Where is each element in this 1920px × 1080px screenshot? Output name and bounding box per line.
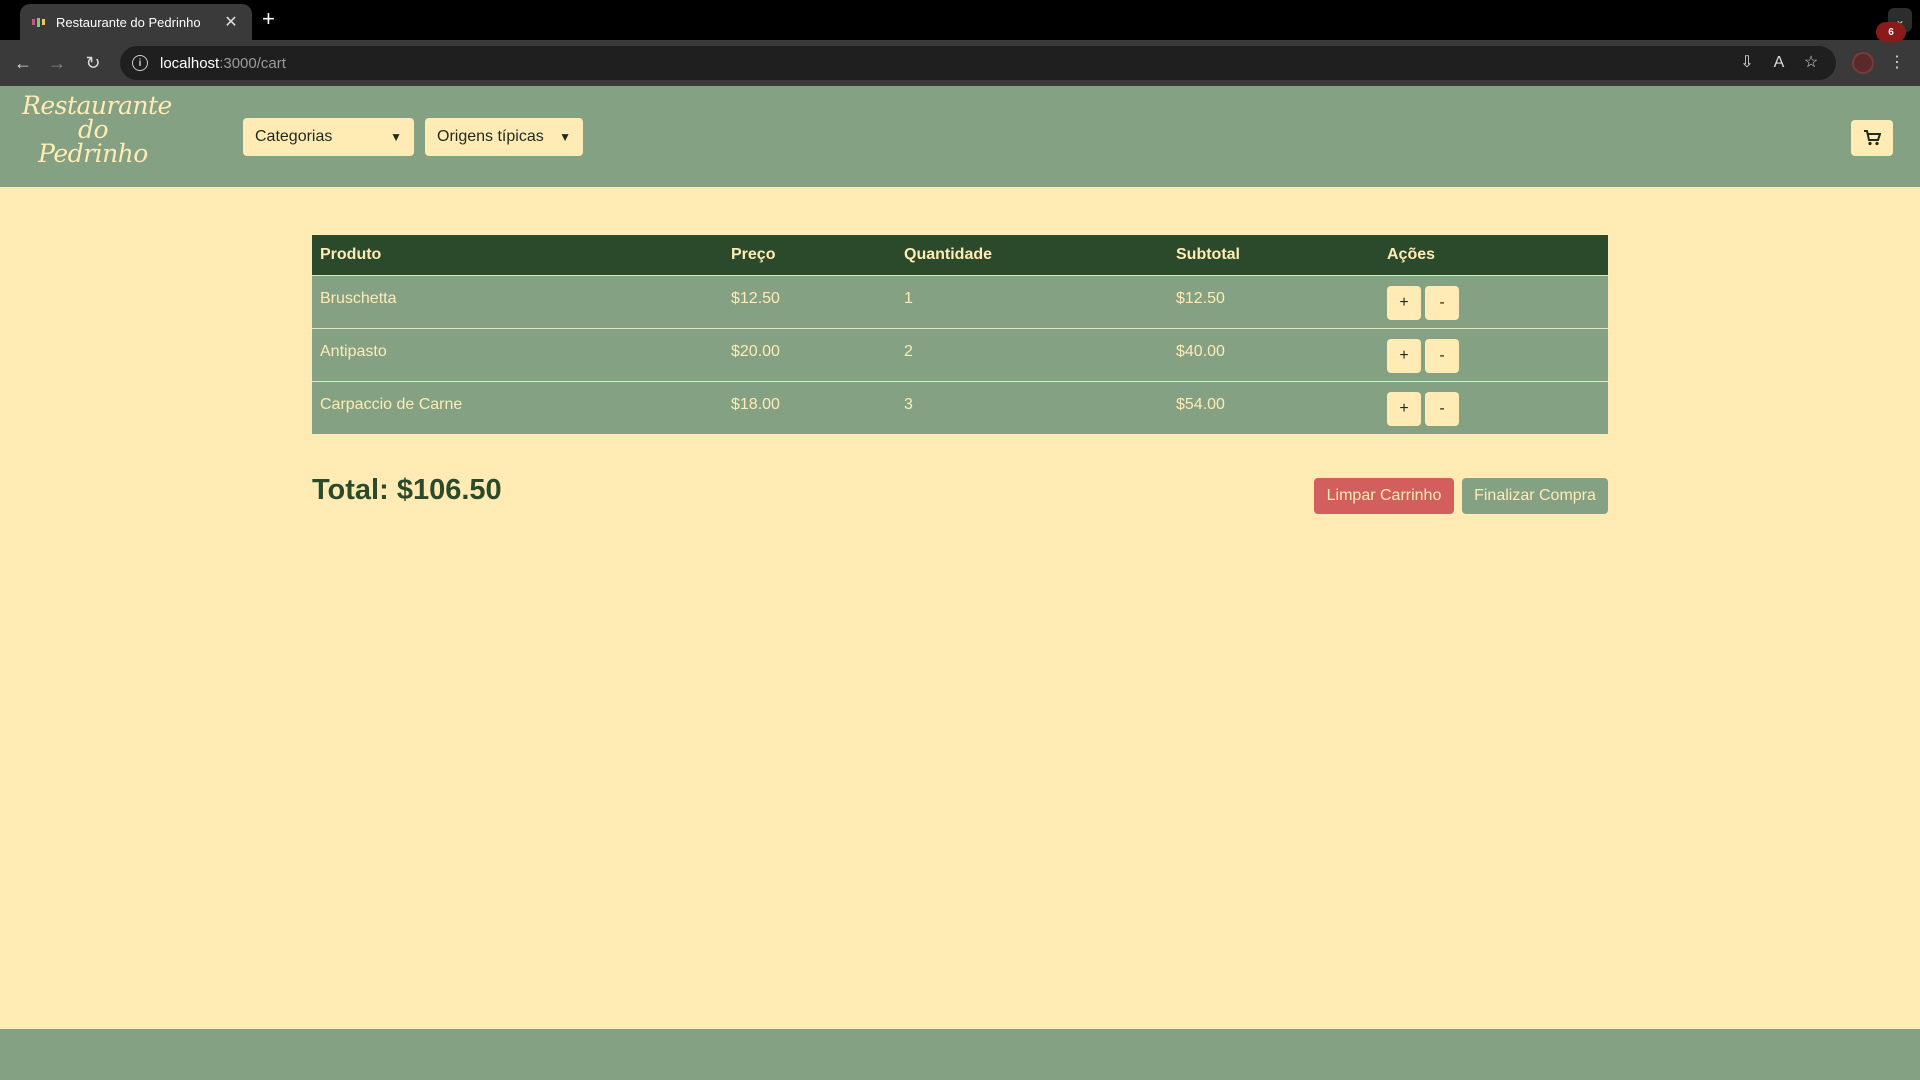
profile-avatar[interactable] <box>1852 52 1874 74</box>
table-row: Antipasto $20.00 2 $40.00 + - <box>312 327 1608 381</box>
logo-line-3: Pedrinho <box>38 139 148 168</box>
categories-label: Categorias <box>255 128 333 145</box>
restaurant-logo[interactable]: Restaurante do Pedrinho <box>22 93 172 168</box>
product-price: $18.00 <box>723 380 896 434</box>
url-path: :3000/cart <box>219 54 286 72</box>
column-header-subtotal: Subtotal <box>1168 235 1379 275</box>
reload-icon[interactable]: ↻ <box>82 52 104 74</box>
browser-menu-icon[interactable]: ⋮ <box>1886 52 1908 74</box>
product-subtotal: $40.00 <box>1168 327 1379 381</box>
cart-button[interactable] <box>1851 120 1893 156</box>
browser-tab[interactable]: Restaurante do Pedrinho ✕ <box>20 4 252 40</box>
increase-quantity-button[interactable]: + <box>1387 338 1421 373</box>
product-quantity: 1 <box>896 274 1168 328</box>
column-header-price: Preço <box>723 235 896 275</box>
site-favicon-icon <box>32 15 46 29</box>
chevron-down-icon: ▼ <box>559 130 571 144</box>
decrease-quantity-button[interactable]: - <box>1425 338 1459 373</box>
increase-quantity-button[interactable]: + <box>1387 285 1421 320</box>
decrease-quantity-button[interactable]: - <box>1425 391 1459 426</box>
origins-dropdown[interactable]: Origens típicas ▼ <box>425 118 583 156</box>
chevron-down-icon: ▼ <box>390 130 402 144</box>
back-arrow-icon[interactable]: ← <box>12 52 34 74</box>
product-quantity: 2 <box>896 327 1168 381</box>
cart-icon <box>1864 130 1881 146</box>
product-quantity: 3 <box>896 380 1168 434</box>
site-info-icon[interactable]: i <box>132 55 148 71</box>
table-row: Carpaccio de Carne $18.00 3 $54.00 + - <box>312 380 1608 434</box>
browser-toolbar: ← → ↻ i localhost:3000/cart ⇩ A ☆ ⋮ <box>0 40 1920 86</box>
clear-cart-button[interactable]: Limpar Carrinho <box>1314 478 1454 514</box>
url-host: localhost <box>160 54 220 72</box>
decrease-quantity-button[interactable]: - <box>1425 285 1459 320</box>
product-price: $20.00 <box>723 327 896 381</box>
cart-total: Total: $106.50 <box>312 474 502 506</box>
address-bar[interactable]: i localhost:3000/cart <box>120 46 1836 80</box>
column-header-actions: Ações <box>1379 235 1608 275</box>
product-subtotal: $12.50 <box>1168 274 1379 328</box>
cart-table: Produto Preço Quantidade Subtotal Ações … <box>312 235 1608 434</box>
column-header-product: Produto <box>312 235 723 275</box>
forward-arrow-icon[interactable]: → <box>46 52 68 74</box>
product-subtotal: $54.00 <box>1168 380 1379 434</box>
table-row: Bruschetta $12.50 1 $12.50 + - <box>312 274 1608 328</box>
categories-dropdown[interactable]: Categorias ▼ <box>243 118 414 156</box>
row-actions: + - <box>1379 380 1608 434</box>
origins-label: Origens típicas <box>437 128 544 145</box>
product-name: Carpaccio de Carne <box>312 380 723 434</box>
site-footer <box>0 1029 1920 1080</box>
browser-tab-bar: Restaurante do Pedrinho ✕ + ⌄ <box>0 0 1920 40</box>
row-actions: + - <box>1379 274 1608 328</box>
product-price: $12.50 <box>723 274 896 328</box>
product-name: Antipasto <box>312 327 723 381</box>
table-header-row: Produto Preço Quantidade Subtotal Ações <box>312 235 1608 275</box>
bookmark-star-icon[interactable]: ☆ <box>1800 52 1822 74</box>
site-header: Restaurante do Pedrinho Categorias ▼ Ori… <box>0 86 1920 187</box>
new-tab-button[interactable]: + <box>262 8 275 30</box>
translate-icon[interactable]: A <box>1768 52 1790 74</box>
install-app-icon[interactable]: ⇩ <box>1736 52 1758 74</box>
tab-title: Restaurante do Pedrinho <box>56 14 201 30</box>
column-header-quantity: Quantidade <box>896 235 1168 275</box>
increase-quantity-button[interactable]: + <box>1387 391 1421 426</box>
row-actions: + - <box>1379 327 1608 381</box>
cart-count-badge: 6 <box>1876 22 1906 42</box>
tab-close-icon[interactable]: ✕ <box>222 12 240 32</box>
checkout-button[interactable]: Finalizar Compra <box>1462 478 1608 514</box>
product-name: Bruschetta <box>312 274 723 328</box>
